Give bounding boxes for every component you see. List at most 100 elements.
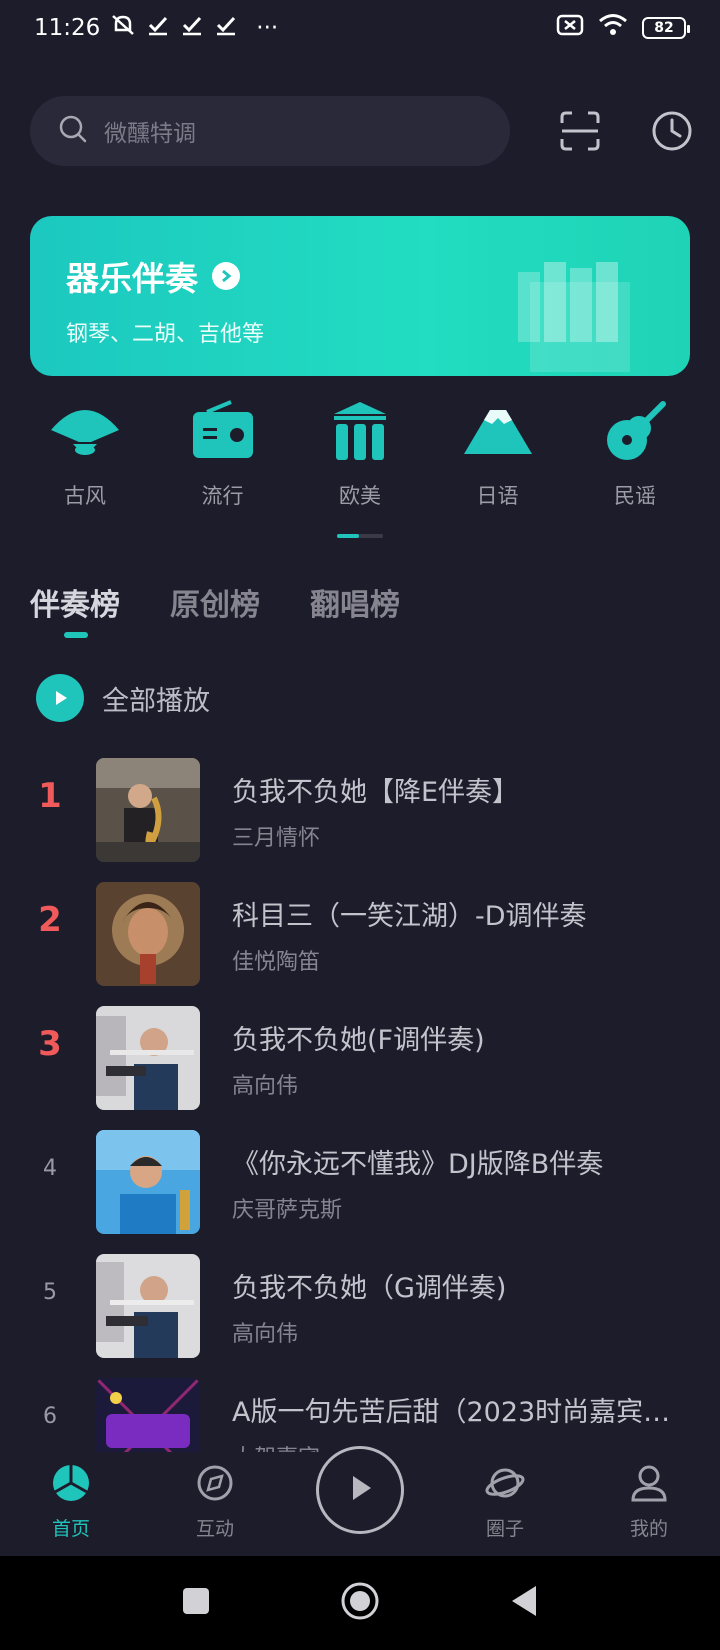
home-button[interactable] (332, 1556, 388, 1650)
columns-icon (322, 400, 398, 468)
guitar-icon (597, 400, 673, 468)
song-artist: 高向伟 (232, 1074, 299, 1099)
song-title: 负我不负她(F调伴奏) (232, 1025, 485, 1056)
category-liuxing[interactable]: 流行 (168, 400, 278, 510)
song-title: 负我不负她【降E伴奏】 (232, 777, 520, 808)
instrumental-banner[interactable]: 器乐伴奏 钢琴、二胡、吉他等 (30, 216, 690, 376)
more-icon: ··· (256, 15, 279, 41)
search-placeholder: 微醺特调 (104, 121, 196, 147)
banner-title: 器乐伴奏 (66, 259, 198, 298)
song-title: 《你永远不懂我》DJ版降B伴奏 (232, 1149, 604, 1180)
song-rank: 3 (38, 1024, 62, 1064)
nav-label: 首页 (51, 1518, 90, 1540)
battery-icon: 82 (642, 17, 690, 39)
song-rank: 5 (43, 1280, 57, 1305)
category-label: 流行 (201, 484, 244, 508)
category-minyao[interactable]: 民谣 (580, 400, 690, 510)
chart-tabs: 伴奏榜 原创榜 翻唱榜 (30, 580, 400, 638)
category-oumei[interactable]: 欧美 (305, 400, 415, 510)
song-cover (96, 882, 200, 986)
list-item[interactable]: 4 《你永远不懂我》DJ版降B伴奏 庆哥萨克斯 (0, 1128, 720, 1234)
song-artist: 高向伟 (232, 1322, 299, 1347)
song-artist: 庆哥萨克斯 (232, 1198, 343, 1223)
recent-apps-button[interactable] (168, 1556, 224, 1650)
scan-icon[interactable] (558, 109, 602, 153)
check-icon (214, 13, 238, 43)
list-item[interactable]: 3 负我不负她(F调伴奏) 高向伟 (0, 1004, 720, 1110)
category-label: 欧美 (339, 484, 381, 508)
search-icon (58, 114, 88, 148)
song-rank: 4 (43, 1156, 57, 1181)
status-bar: 11:26 ··· 82 (0, 0, 720, 56)
circle-home-icon (340, 1581, 380, 1625)
back-triangle-icon (508, 1584, 540, 1622)
search-row: 微醺特调 (30, 96, 692, 166)
category-page-indicator (337, 534, 383, 538)
category-label: 古风 (64, 484, 106, 508)
planet-icon (484, 1462, 526, 1508)
list-item[interactable]: 5 负我不负她（G调伴奏) 高向伟 (0, 1252, 720, 1358)
song-artist: 大贺嘉宾 (232, 1440, 320, 1452)
mountain-icon (460, 400, 536, 468)
check-icon (180, 13, 204, 43)
play-icon (343, 1471, 377, 1509)
tab-cover-chart[interactable]: 翻唱榜 (310, 580, 400, 624)
song-rank: 1 (38, 776, 62, 816)
song-title: 科目三（一笑江湖）-D调伴奏 (232, 901, 587, 932)
category-row: 古风 流行 欧美 日语 民谣 (30, 400, 690, 510)
category-label: 民谣 (614, 484, 656, 508)
song-cover (96, 758, 200, 862)
history-clock-icon[interactable] (650, 109, 694, 153)
sim-off-icon (556, 13, 584, 43)
wifi-icon (598, 13, 628, 43)
battery-level: 82 (654, 20, 674, 36)
list-item[interactable]: 1 负我不负她【降E伴奏】 三月情怀 (0, 756, 720, 862)
player-play-button[interactable] (316, 1446, 404, 1534)
song-title: A版一句先苦后甜（2023时尚嘉宾… (232, 1397, 671, 1428)
song-title: 负我不负她（G调伴奏) (232, 1273, 507, 1304)
square-icon (181, 1586, 211, 1620)
search-input[interactable]: 微醺特调 (30, 96, 510, 166)
song-rank: 2 (38, 900, 62, 940)
nav-label: 圈子 (485, 1518, 524, 1540)
song-cover (96, 1254, 200, 1358)
banner-subtitle: 钢琴、二胡、吉他等 (66, 322, 265, 347)
song-cover (96, 1006, 200, 1110)
song-artist: 佳悦陶笛 (232, 950, 321, 975)
piano-keys-icon (518, 262, 638, 372)
song-list: 1 负我不负她【降E伴奏】 三月情怀 2 科目三（一笑江湖）-D调伴奏 佳悦陶笛… (0, 756, 720, 1452)
nav-mine[interactable]: 我的 (604, 1462, 694, 1541)
nav-label: 我的 (629, 1518, 668, 1540)
bottom-nav: 首页 互动 圈子 我的 (0, 1446, 720, 1556)
play-icon (36, 674, 84, 722)
chevron-right-icon (212, 262, 240, 290)
user-icon (628, 1462, 670, 1508)
nav-interact[interactable]: 互动 (170, 1462, 260, 1541)
system-nav-bar (0, 1556, 720, 1650)
tab-original-chart[interactable]: 原创榜 (170, 580, 260, 624)
play-all-button[interactable]: 全部播放 (36, 674, 210, 722)
check-icon (146, 13, 170, 43)
list-item[interactable]: 6 A版一句先苦后甜（2023时尚嘉宾… 大贺嘉宾 (0, 1376, 720, 1452)
nav-home[interactable]: 首页 (26, 1462, 116, 1541)
tab-accompaniment-chart[interactable]: 伴奏榜 (30, 580, 120, 638)
status-time: 11:26 (34, 15, 101, 41)
nav-circle[interactable]: 圈子 (460, 1462, 550, 1541)
home-icon (50, 1462, 92, 1508)
radio-icon (185, 400, 261, 468)
status-right: 82 (556, 13, 690, 43)
nav-label: 互动 (195, 1518, 234, 1540)
fan-icon (47, 400, 123, 468)
compass-icon (194, 1462, 236, 1508)
mute-icon (110, 12, 136, 44)
song-cover (96, 1378, 200, 1452)
category-gufeng[interactable]: 古风 (30, 400, 140, 510)
song-artist: 三月情怀 (232, 826, 321, 851)
song-cover (96, 1130, 200, 1234)
play-all-label: 全部播放 (102, 685, 210, 717)
banner-title-row: 器乐伴奏 (66, 252, 240, 300)
category-label: 日语 (476, 484, 519, 508)
list-item[interactable]: 2 科目三（一笑江湖）-D调伴奏 佳悦陶笛 (0, 880, 720, 986)
back-button[interactable] (496, 1556, 552, 1650)
category-riyu[interactable]: 日语 (443, 400, 553, 510)
